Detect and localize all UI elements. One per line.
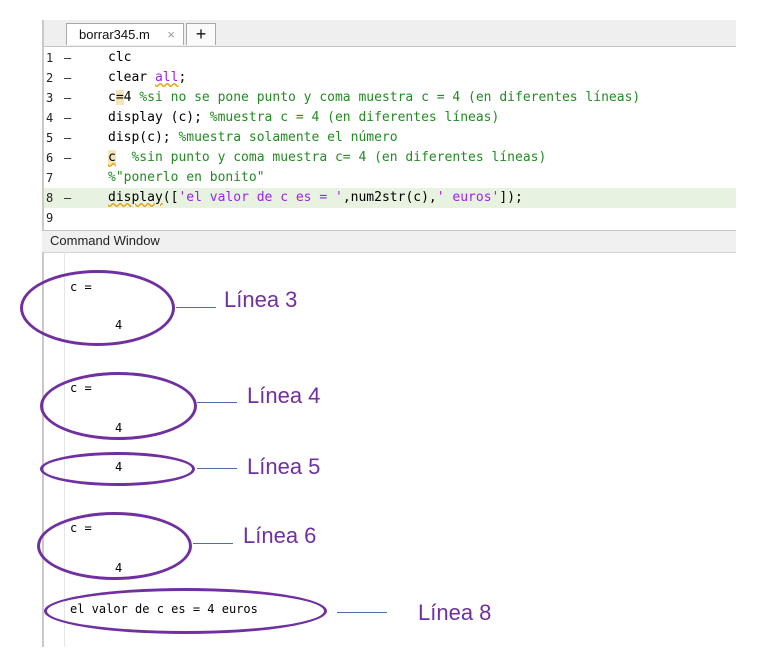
breakpoint-marker[interactable]: – xyxy=(64,148,71,168)
add-tab-button[interactable]: + xyxy=(186,23,216,45)
tab-file-label: borrar345.m xyxy=(79,27,150,42)
command-window-title-bar[interactable]: Command Window xyxy=(42,230,736,253)
annotation-ellipse xyxy=(40,372,197,440)
breakpoint-marker[interactable]: – xyxy=(64,108,71,128)
breakpoint-marker[interactable]: – xyxy=(64,68,71,88)
line-number: 3 xyxy=(46,91,54,105)
breakpoint-marker[interactable]: – xyxy=(64,188,71,208)
annotation-label-line-5: Línea 5 xyxy=(247,454,321,479)
line-number: 7 xyxy=(46,171,54,185)
tab-borrar345[interactable]: borrar345.m × xyxy=(66,23,184,45)
breakpoint-marker[interactable]: – xyxy=(64,48,71,68)
code-line-4[interactable]: 4 – display (c); %muestra c = 4 (en dife… xyxy=(44,108,736,128)
annotation-label-line-8: Línea 8 xyxy=(418,600,492,625)
code-area[interactable]: 1 – clc 2 – clear all; 3 – c=4 %si no se… xyxy=(44,47,736,230)
code-line-9[interactable]: 9 xyxy=(44,208,736,228)
breakpoint-marker[interactable]: – xyxy=(64,128,71,148)
code-line-5[interactable]: 5 – disp(c); %muestra solamente el númer… xyxy=(44,128,736,148)
line-number: 8 xyxy=(46,191,54,205)
command-window-title: Command Window xyxy=(50,233,160,248)
code-text: c %sin punto y coma muestra c= 4 (en dif… xyxy=(108,150,547,165)
code-text: display (c); %muestra c = 4 (en diferent… xyxy=(108,110,500,125)
close-tab-icon[interactable]: × xyxy=(167,24,175,46)
annotation-label-line-6: Línea 6 xyxy=(243,523,317,548)
code-line-8[interactable]: 8 – display(['el valor de c es = ',num2s… xyxy=(44,188,736,208)
annotation-ellipse xyxy=(44,588,327,634)
annotation-leader-line xyxy=(337,612,387,613)
annotation-ellipse xyxy=(20,270,175,346)
code-editor[interactable]: borrar345.m × + 1 – clc 2 – clear all; 3… xyxy=(42,20,736,230)
annotation-leader-line xyxy=(176,307,216,308)
annotation-leader-line xyxy=(197,468,237,469)
annotation-leader-line xyxy=(197,402,237,403)
code-line-1[interactable]: 1 – clc xyxy=(44,48,736,68)
line-number: 6 xyxy=(46,151,54,165)
code-text: display(['el valor de c es = ',num2str(c… xyxy=(108,190,523,205)
code-text: disp(c); %muestra solamente el número xyxy=(108,130,398,145)
code-text: c=4 %si no se pone punto y coma muestra … xyxy=(108,90,641,105)
code-text: %"ponerlo en bonito" xyxy=(108,170,265,185)
line-number: 9 xyxy=(46,211,54,225)
line-number: 1 xyxy=(46,51,54,65)
code-line-7[interactable]: 7 %"ponerlo en bonito" xyxy=(44,168,736,188)
line-number: 5 xyxy=(46,131,54,145)
code-text: clc xyxy=(108,50,132,65)
annotation-ellipse xyxy=(37,512,192,580)
code-line-2[interactable]: 2 – clear all; xyxy=(44,68,736,88)
line-number: 4 xyxy=(46,111,54,125)
code-line-6[interactable]: 6 – c %sin punto y coma muestra c= 4 (en… xyxy=(44,148,736,168)
code-line-3[interactable]: 3 – c=4 %si no se pone punto y coma mues… xyxy=(44,88,736,108)
line-number: 2 xyxy=(46,71,54,85)
breakpoint-marker[interactable]: – xyxy=(64,88,71,108)
annotation-label-line-3: Línea 3 xyxy=(224,287,298,312)
editor-tab-bar: borrar345.m × + xyxy=(44,20,736,47)
annotation-label-line-4: Línea 4 xyxy=(247,383,321,408)
annotation-ellipse xyxy=(40,452,195,486)
code-text: clear all; xyxy=(108,70,187,85)
annotation-leader-line xyxy=(193,543,233,544)
